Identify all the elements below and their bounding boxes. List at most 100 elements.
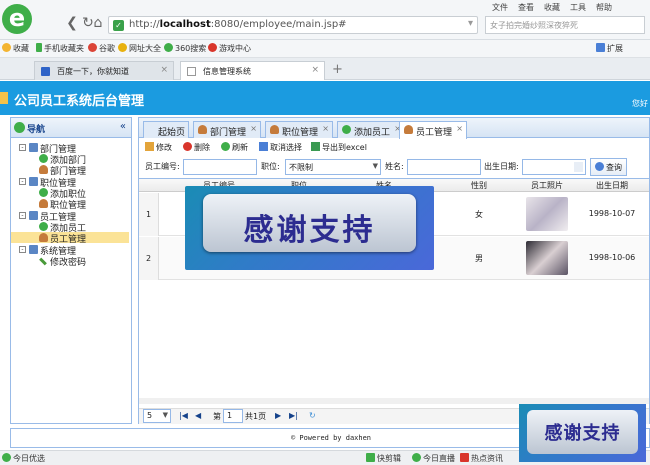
tree-item-system[interactable]: - 系统管理 — [11, 244, 129, 257]
menu-favorites[interactable]: 收藏 — [544, 2, 560, 13]
tree-item-position[interactable]: - 职位管理 — [11, 176, 129, 189]
search-input[interactable]: 女子拍完婚纱照深夜猝死 — [485, 16, 645, 34]
user-icon — [404, 125, 413, 134]
thanks-banner-text: 感谢支持 — [243, 213, 376, 248]
folder-icon — [29, 143, 38, 152]
browser-tab-system[interactable]: 信息管理系统 × — [180, 61, 325, 80]
thanks-badge: 感谢支持 — [519, 404, 646, 462]
browser-logo-icon[interactable]: e — [2, 4, 32, 34]
tree-item-position-manage[interactable]: 职位管理 — [11, 198, 129, 211]
thanks-banner: 感谢支持 — [185, 186, 434, 270]
thanks-banner-plate: 感谢支持 — [203, 194, 416, 252]
birth-date-input[interactable] — [522, 159, 586, 175]
sidebar-toggle-icon[interactable] — [0, 92, 8, 104]
google-icon — [88, 43, 97, 52]
bookmark-sites[interactable]: 网址大全 — [118, 43, 161, 54]
tree-item-add-dept[interactable]: 添加部门 — [11, 153, 129, 166]
menu-help[interactable]: 帮助 — [596, 2, 612, 13]
name-label: 姓名: — [385, 162, 404, 171]
prev-page-icon[interactable]: ◀ — [195, 411, 201, 420]
page-input[interactable]: 1 — [223, 409, 243, 423]
status-live[interactable]: 今日直播 — [412, 453, 455, 464]
delete-button[interactable]: 删除 — [183, 142, 210, 153]
dropdown-icon[interactable]: ▾ — [468, 18, 473, 29]
next-page-icon[interactable]: ▶ — [275, 411, 281, 420]
col-birth[interactable]: 出生日期 — [575, 180, 649, 191]
status-quick-edit[interactable]: 快剪辑 — [366, 453, 401, 464]
phone-icon — [36, 43, 42, 52]
folder-icon — [29, 177, 38, 186]
name-input[interactable] — [407, 159, 481, 175]
add-icon — [39, 154, 48, 163]
tab-dept[interactable]: 部门管理 × — [193, 121, 261, 138]
scissors-icon — [366, 453, 375, 462]
status-left[interactable]: 今日优选 — [2, 453, 45, 464]
refresh-button[interactable]: 刷新 — [221, 142, 248, 153]
tree-item-dept-manage[interactable]: 部门管理 — [11, 164, 129, 177]
tree-item-change-password[interactable]: 修改密码 — [11, 255, 129, 268]
address-bar[interactable]: ✓ http://localhost:8080/employee/main.js… — [108, 16, 478, 34]
browser-toolbar: e ❮ ↻ ⌂ ✓ http://localhost:8080/employee… — [0, 0, 650, 40]
tree-item-add-employee[interactable]: 添加员工 — [11, 221, 129, 234]
menu-tools[interactable]: 工具 — [570, 2, 586, 13]
bookmark-favorites[interactable]: 收藏 — [2, 43, 29, 54]
tab-position[interactable]: 职位管理 × — [265, 121, 333, 138]
browser-tab-baidu[interactable]: 百度一下，你就知道 × — [34, 61, 174, 80]
folder-icon — [29, 245, 38, 254]
tree-toggle-icon[interactable]: - — [19, 246, 26, 253]
menu-view[interactable]: 查看 — [518, 2, 534, 13]
tree-item-dept[interactable]: - 部门管理 — [11, 142, 129, 155]
tab-home[interactable]: 起始页 — [143, 121, 189, 138]
row-number: 1 — [139, 193, 159, 236]
bookmark-360search[interactable]: 360搜索 — [164, 43, 206, 54]
close-icon[interactable]: × — [322, 124, 329, 133]
tree-item-add-position[interactable]: 添加职位 — [11, 187, 129, 200]
tree-toggle-icon[interactable]: - — [19, 212, 26, 219]
add-icon — [39, 188, 48, 197]
tab-strip: 起始页 部门管理 × 职位管理 × 添加员工 × 员工管理 × — [139, 118, 649, 139]
position-select[interactable]: 不限制 ▼ — [285, 159, 381, 175]
edit-button[interactable]: 修改 — [145, 142, 172, 153]
baidu-icon — [41, 67, 50, 76]
tree-item-employee[interactable]: - 员工管理 — [11, 210, 129, 223]
col-photo[interactable]: 员工照片 — [523, 180, 571, 191]
close-icon[interactable]: × — [250, 124, 257, 133]
bookmark-games[interactable]: 游戏中心 — [208, 43, 251, 54]
add-icon — [39, 222, 48, 231]
emp-no-label: 员工编号: — [145, 162, 180, 171]
collapse-icon[interactable]: « — [120, 121, 126, 132]
back-icon[interactable]: ❮ — [64, 15, 80, 31]
page-size-select[interactable]: 5 ▼ — [143, 409, 171, 423]
main-panel: 起始页 部门管理 × 职位管理 × 添加员工 × 员工管理 × 修改 删除 刷新… — [138, 117, 650, 424]
tree-toggle-icon[interactable]: - — [19, 178, 26, 185]
export-button[interactable]: 导出到excel — [311, 142, 367, 153]
close-icon[interactable]: × — [311, 65, 319, 75]
first-page-icon[interactable]: |◀ — [179, 411, 188, 420]
last-page-icon[interactable]: ▶| — [289, 411, 298, 420]
calendar-icon[interactable] — [574, 162, 583, 172]
bookmark-mobile[interactable]: 手机收藏夹 — [36, 43, 84, 54]
position-label: 职位: — [261, 162, 280, 171]
gender-cell: 女 — [475, 210, 483, 219]
menu-file[interactable]: 文件 — [492, 2, 508, 13]
tree-item-employee-manage[interactable]: 员工管理 — [11, 232, 129, 245]
deals-icon — [2, 453, 11, 462]
tree-toggle-icon[interactable]: - — [19, 144, 26, 151]
deselect-button[interactable]: 取消选择 — [259, 142, 302, 153]
bookmark-google[interactable]: 谷歌 — [88, 43, 115, 54]
new-tab-button[interactable]: + — [332, 62, 343, 77]
query-button[interactable]: 查询 — [590, 158, 627, 176]
tab-add-employee[interactable]: 添加员工 × — [337, 121, 405, 138]
close-icon[interactable]: × — [456, 124, 463, 133]
welcome-text: 您好 — [632, 99, 648, 108]
status-news[interactable]: 热点资讯 — [460, 453, 503, 464]
tab-employee-manage[interactable]: 员工管理 × — [399, 121, 467, 139]
close-icon[interactable]: × — [160, 65, 168, 75]
reload-icon[interactable]: ↻ — [309, 411, 316, 420]
sites-icon — [118, 43, 127, 52]
extensions-button[interactable]: 扩展 — [596, 43, 623, 54]
secure-shield-icon: ✓ — [113, 20, 124, 31]
home-icon[interactable]: ⌂ — [90, 15, 106, 31]
emp-no-input[interactable] — [183, 159, 257, 175]
col-gender[interactable]: 性别 — [439, 180, 519, 191]
